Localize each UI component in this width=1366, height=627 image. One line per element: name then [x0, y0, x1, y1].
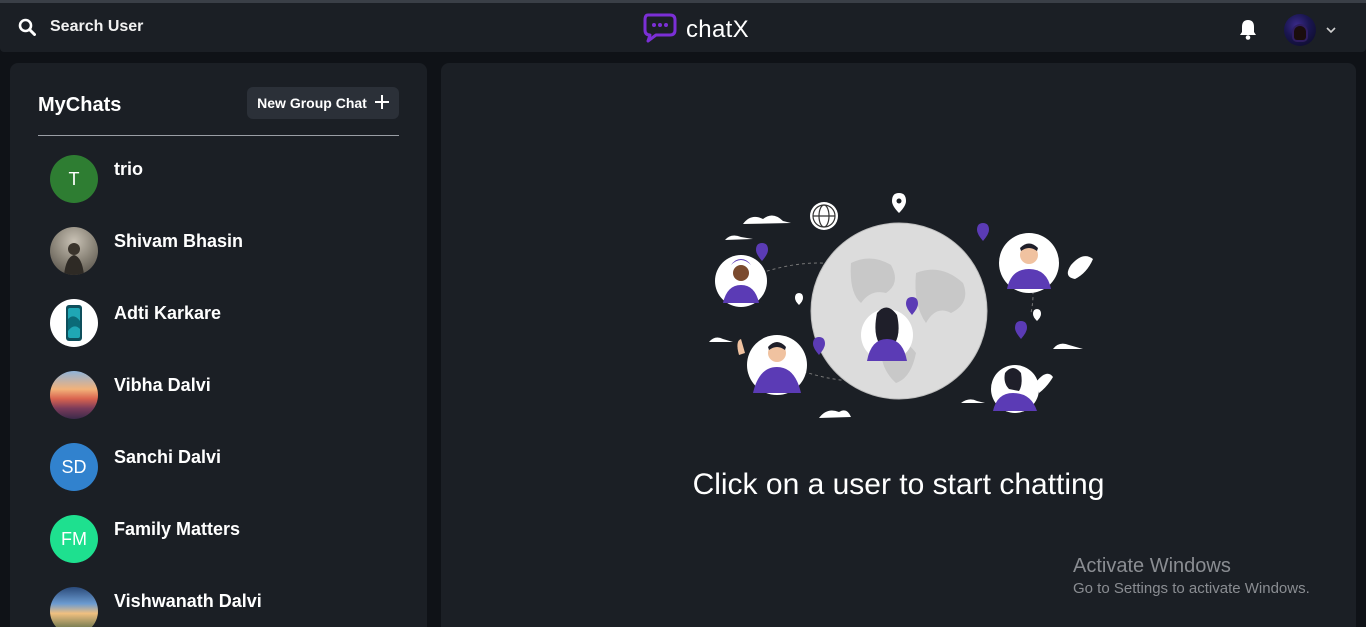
chat-item-family-matters[interactable]: FM Family Matters: [10, 507, 427, 579]
chat-item-shivam-bhasin[interactable]: Shivam Bhasin: [10, 219, 427, 291]
global-chat-illustration: [701, 193, 1101, 428]
profile-menu-button[interactable]: [1284, 14, 1336, 46]
avatar: FM: [50, 515, 98, 563]
chat-name: Vishwanath Dalvi: [114, 591, 262, 611]
avatar: [50, 227, 98, 275]
phone-photo-icon: [66, 305, 82, 341]
my-chats-panel: MyChats New Group Chat T trio Shivam Bha…: [10, 63, 427, 627]
chat-item-adti-karkare[interactable]: Adti Karkare: [10, 291, 427, 363]
chat-name: Sanchi Dalvi: [114, 447, 222, 467]
avatar: [50, 299, 98, 347]
search-icon: [18, 18, 36, 36]
chat-area-panel: Click on a user to start chatting: [441, 63, 1356, 627]
divider: [38, 135, 399, 136]
person-photo-icon: [64, 243, 84, 275]
avatar: T: [50, 155, 98, 203]
plus-icon: [374, 94, 389, 112]
notification-bell-icon[interactable]: [1238, 18, 1258, 40]
chevron-down-icon: [1326, 23, 1336, 37]
search-user-label: Search User: [50, 18, 144, 35]
chat-name: trio: [114, 159, 143, 179]
chat-list: T trio Shivam Bhasin Adti Karkare Vibha …: [10, 147, 427, 627]
chat-item-vibha-dalvi[interactable]: Vibha Dalvi: [10, 363, 427, 435]
my-chats-title: MyChats: [38, 94, 122, 116]
activate-windows-title: Activate Windows: [1073, 555, 1231, 577]
activate-windows-subtitle: Go to Settings to activate Windows.: [1073, 580, 1310, 597]
new-group-chat-button[interactable]: New Group Chat: [247, 87, 399, 119]
avatar: SD: [50, 443, 98, 491]
chat-item-trio[interactable]: T trio: [10, 147, 427, 219]
chat-name: Family Matters: [114, 519, 241, 539]
avatar: [1284, 14, 1316, 46]
chat-name: Shivam Bhasin: [114, 231, 244, 251]
chat-item-vishwanath-dalvi[interactable]: Vishwanath Dalvi: [10, 579, 427, 627]
avatar-initials: T: [68, 168, 80, 189]
chat-name: Adti Karkare: [114, 303, 222, 323]
top-navbar: Search User chatX: [0, 3, 1366, 52]
brand-name: chatX: [686, 15, 749, 43]
avatar-initials: SD: [61, 456, 87, 477]
search-user-button[interactable]: Search User: [18, 12, 143, 42]
avatar-initials: FM: [61, 528, 87, 549]
brand-logo: chatX: [642, 11, 749, 48]
chat-name: Vibha Dalvi: [114, 375, 211, 395]
empty-state-message: Click on a user to start chatting: [692, 468, 1105, 501]
avatar: [50, 587, 98, 627]
avatar: [50, 371, 98, 419]
chat-item-sanchi-dalvi[interactable]: SD Sanchi Dalvi: [10, 435, 427, 507]
chat-bubble-logo-icon: [642, 11, 678, 48]
new-group-chat-label: New Group Chat: [257, 95, 367, 111]
